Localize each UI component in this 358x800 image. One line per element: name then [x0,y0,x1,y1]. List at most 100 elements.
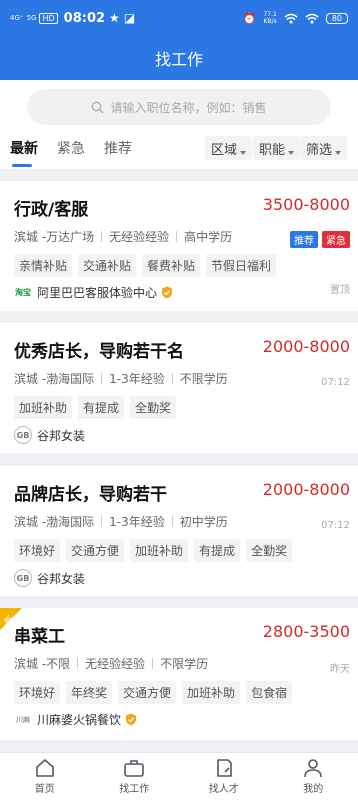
filter-function-button[interactable]: 职能 [253,136,301,160]
job-salary: 2000-8000 [262,480,350,499]
nav-home[interactable]: 首页 [0,753,90,800]
dropdown-triangle-icon [335,151,342,155]
alarm-icon: ⏰ [242,11,257,25]
job-tag: 亲情补贴 [14,254,73,277]
filter-area-button[interactable]: 区域 [205,136,253,160]
job-card[interactable]: 新 串菜工 2800-3500 滨城 -不限 无经验经验 不限学历 昨天 环境好… [0,608,358,740]
network-speed: 77.1 KB/s [263,11,277,25]
job-card[interactable]: 行政/客服 3500-8000 滨城 -万达广场 无经验经验 高中学历 推荐 紧… [0,181,358,311]
job-tag: 环境好 [14,539,61,562]
job-experience: 1-3年经验 [109,372,165,386]
job-location: 滨城 -渤海国际 [14,515,95,529]
company-name: 阿里巴巴客服体验中心 [37,286,158,300]
company-info: 淘宝 阿里巴巴客服体验中心 [14,284,173,301]
job-tags: 加班补助 有提成 全勤奖 [14,396,177,419]
job-tag: 加班补助 [182,681,241,704]
job-tag: 有提成 [78,396,125,419]
job-title: 品牌店长，导购若干 [14,485,167,505]
company-info: GB 谷邦女装 [14,569,85,587]
document-icon [216,759,232,777]
search-input[interactable]: 请输入职位名称，例如：销售 [27,89,331,125]
company-logo: 淘宝 [15,288,31,297]
job-location: 滨城 -万达广场 [14,230,95,244]
job-tag: 加班补助 [14,396,73,419]
search-icon [92,101,104,113]
job-tag: 加班补助 [130,539,189,562]
nav-find-talent[interactable]: 找人才 [179,753,269,800]
post-time: 07:12 [321,520,350,531]
recommended-badge: 推荐 [290,231,318,248]
job-tags: 环境好 交通方便 加班补助 有提成 全勤奖 [14,539,293,562]
signal-4g-icon: 4G⁺ [10,14,24,22]
hd-icon: HD [39,12,58,24]
clock-time: 08:02 [63,10,106,26]
job-tag: 有提成 [194,539,241,562]
filter-area-label: 区域 [211,142,238,158]
search-placeholder: 请输入职位名称，例如：销售 [110,100,267,115]
job-experience: 无经验经验 [85,657,146,671]
job-tags: 环境好 年终奖 交通方便 加班补助 包食宿 [14,681,293,704]
company-info: GB 谷邦女装 [14,426,85,444]
signal-5g-icon: 5G [26,14,37,22]
company-logo: GB [14,426,32,444]
pinned-label: 置顶 [330,285,350,296]
job-tag: 全勤奖 [130,396,177,419]
post-time: 昨天 [330,664,350,675]
company-info: 川麻 川麻婆火锅餐饮 [14,711,137,728]
tabs-bar: 最新 紧急 推荐 区域 职能 筛选 [0,134,358,169]
company-name: 川麻婆火锅餐饮 [37,713,122,727]
urgent-badge: 紧急 [322,231,350,248]
notification-icon: ◪ [123,11,136,25]
user-icon [304,759,323,778]
nav-home-label: 首页 [34,784,55,795]
nav-profile[interactable]: 我的 [269,753,358,800]
nav-profile-label: 我的 [303,784,324,795]
post-time: 07:12 [321,377,350,388]
star-icon: ★ [109,11,120,25]
tab-recommended[interactable]: 推荐 [104,138,132,158]
job-title: 优秀店长，导购若干名 [14,342,184,362]
job-salary: 3500-8000 [262,195,350,214]
tab-latest[interactable]: 最新 [10,138,38,158]
wifi-icon [284,13,298,23]
battery-icon: 80 [325,12,348,24]
job-meta: 滨城 -渤海国际 1-3年经验 不限学历 [14,370,228,387]
tab-indicator [12,164,32,167]
job-meta: 滨城 -不限 无经验经验 不限学历 [14,655,208,672]
page-header: 找工作 [0,36,358,80]
filter-function-label: 职能 [259,142,286,158]
dropdown-triangle-icon [240,151,247,155]
job-card[interactable]: 优秀店长，导购若干名 2000-8000 滨城 -渤海国际 1-3年经验 不限学… [0,323,358,453]
job-meta: 滨城 -渤海国际 1-3年经验 初中学历 [14,513,228,530]
job-tag: 全勤奖 [246,539,293,562]
search-section: 请输入职位名称，例如：销售 [0,80,358,134]
job-card[interactable]: 品牌店长，导购若干 2000-8000 滨城 -渤海国际 1-3年经验 初中学历… [0,466,358,596]
home-icon [35,759,54,777]
company-logo: GB [14,569,32,587]
nav-find-talent-label: 找人才 [208,784,239,795]
job-title: 串菜工 [14,627,65,647]
job-experience: 无经验经验 [109,230,170,244]
status-bar: 4G⁺ 5G HD 08:02 ★ ◪ ⏰ 77.1 KB/s 80 [0,0,358,36]
job-experience: 1-3年经验 [109,515,165,529]
nav-find-job-label: 找工作 [119,784,150,795]
job-salary: 2800-3500 [262,622,350,641]
job-education: 高中学历 [184,230,233,244]
job-tag: 交通方便 [66,539,125,562]
wifi-icon [305,13,319,23]
briefcase-icon [124,760,145,777]
job-salary: 2000-8000 [262,337,350,356]
company-logo: 川麻 [16,715,30,724]
tab-urgent[interactable]: 紧急 [57,138,85,158]
nav-find-job[interactable]: 找工作 [90,753,180,800]
job-tag: 节假日福利 [206,254,277,277]
filter-more-button[interactable]: 筛选 [300,136,348,160]
page-title: 找工作 [154,50,203,69]
job-title: 行政/客服 [14,200,89,220]
job-tags: 亲情补贴 交通补贴 餐费补贴 节假日福利 [14,254,277,277]
job-education: 不限学历 [160,657,209,671]
job-tag: 交通方便 [118,681,177,704]
job-education: 不限学历 [179,372,228,386]
verified-shield-icon [162,286,173,299]
company-name: 谷邦女装 [37,571,86,586]
